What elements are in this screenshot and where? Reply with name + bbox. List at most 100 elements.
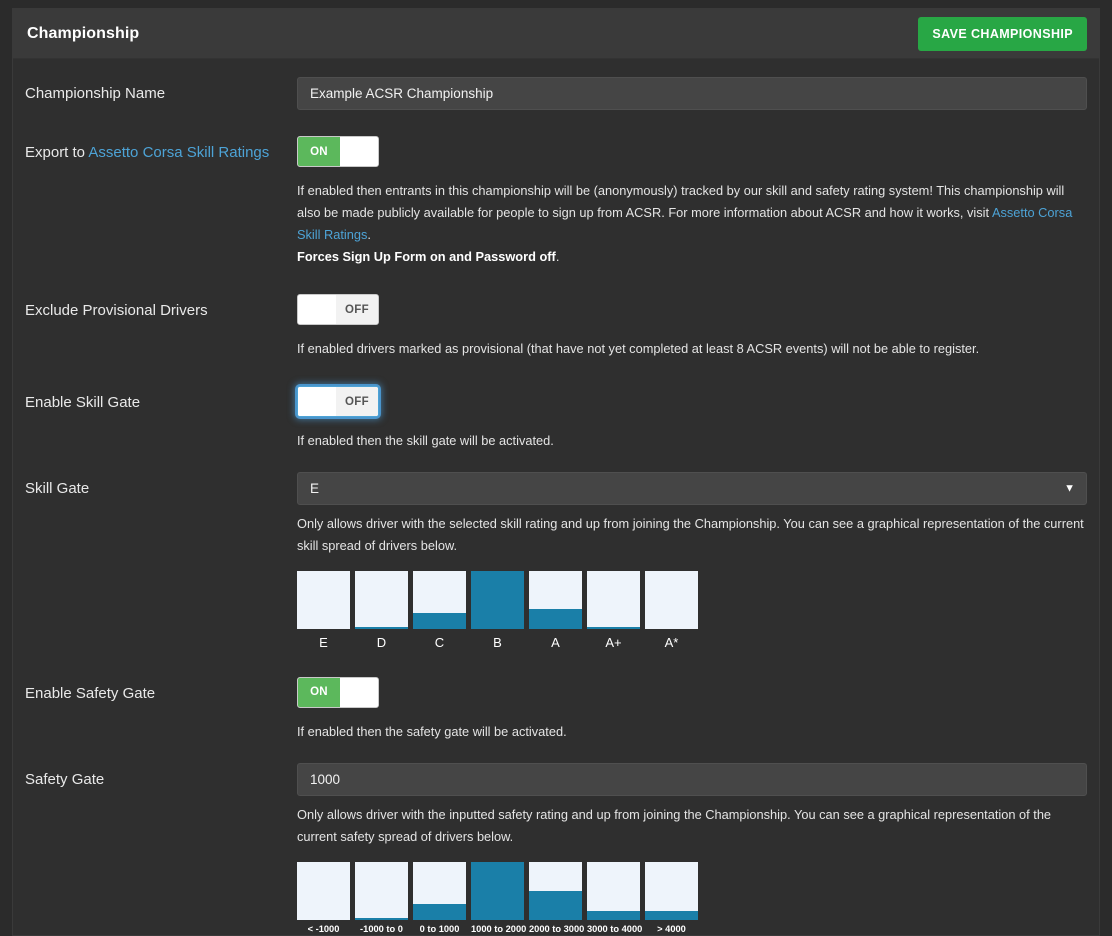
chart-column: -1000 to 0: [355, 861, 408, 935]
chart-bar-track: [529, 571, 582, 629]
enable-skill-gate-help: If enabled then the skill gate will be a…: [297, 433, 554, 448]
championship-name-input[interactable]: [297, 77, 1087, 110]
export-help-part2: .: [367, 227, 371, 242]
chart-column: A+: [587, 571, 640, 651]
chart-bar-fill: [355, 627, 408, 629]
chart-bar-label: > 4000: [657, 923, 686, 934]
chart-bar-track: [645, 861, 698, 920]
chart-bar-label: D: [376, 635, 387, 650]
skill-spread-chart: E D C B A A+ A*: [297, 571, 1087, 651]
skill-gate-control: EDCBAA+A* ▼ Only allows driver with the …: [297, 472, 1087, 651]
chart-bar-fill: [471, 861, 524, 920]
chart-bar-label: E: [319, 635, 328, 650]
row-enable-safety-gate: Enable Safety Gate ON If enabled then th…: [25, 676, 1087, 743]
enable-safety-gate-label: Enable Safety Gate: [25, 684, 156, 702]
exclude-provisional-label: Exclude Provisional Drivers: [25, 302, 208, 319]
championship-name-label: Championship Name: [25, 85, 166, 102]
chart-bar-track: [587, 571, 640, 629]
safety-gate-help: Only allows driver with the inputted saf…: [297, 806, 1052, 844]
skill-gate-help: Only allows driver with the selected ski…: [297, 516, 1084, 553]
chart-column: B: [471, 571, 524, 651]
exclude-provisional-toggle[interactable]: OFF: [297, 294, 379, 325]
chart-bar-fill: [529, 890, 582, 920]
chart-bar-track: [413, 571, 466, 629]
export-help-part1: If enabled then entrants in this champio…: [297, 183, 1065, 220]
skill-gate-select[interactable]: EDCBAA+A*: [297, 472, 1087, 505]
chart-bar-label: B: [493, 635, 502, 650]
safety-gate-input[interactable]: [297, 762, 1087, 796]
row-skill-gate: Skill Gate EDCBAA+A* ▼ Only allows drive…: [25, 472, 1087, 651]
exclude-provisional-help: If enabled drivers marked as provisional…: [297, 341, 980, 356]
chart-bar-track: [645, 571, 698, 629]
card-header: Championship SAVE CHAMPIONSHIP: [13, 9, 1099, 59]
toggle-knob: [338, 137, 378, 166]
chart-bar-track: [355, 571, 408, 629]
chart-bar-track: [529, 861, 582, 920]
chart-bar-label: 3000 to 4000: [587, 923, 643, 934]
chart-bar-track: [355, 861, 408, 920]
chart-column: 1000 to 2000: [471, 861, 526, 935]
chart-column: A: [529, 571, 582, 651]
export-to-acsr-label: Export to Assetto Corsa Skill Ratings: [25, 136, 297, 163]
row-export-to-acsr: Export to Assetto Corsa Skill Ratings ON…: [25, 136, 1087, 268]
toggle-state-label: ON: [298, 137, 340, 166]
card-body: Championship Name Export to Assetto Cors…: [13, 59, 1099, 935]
row-safety-gate: Safety Gate Only allows driver with the …: [25, 762, 1087, 935]
chart-bar-track: [471, 861, 524, 920]
enable-safety-gate-control: ON If enabled then the safety gate will …: [297, 676, 1087, 743]
chart-column: > 4000: [645, 861, 698, 935]
chart-bar-label: 0 to 1000: [419, 923, 460, 934]
chart-bar-fill: [413, 612, 466, 629]
page-title: Championship: [27, 24, 140, 42]
chart-bar-track: [587, 861, 640, 920]
chart-column: 2000 to 3000: [529, 861, 585, 935]
chart-bar-track: [471, 571, 524, 629]
chart-bar-fill: [355, 917, 408, 920]
chart-bar-label: -1000 to 0: [360, 923, 403, 934]
toggle-knob: [338, 677, 378, 707]
enable-skill-gate-toggle[interactable]: OFF: [297, 386, 379, 417]
toggle-state-label: OFF: [336, 295, 378, 324]
safety-spread-chart: < -1000 -1000 to 0 0 to 1000 1000 to 2000 20…: [297, 861, 1087, 935]
chart-column: E: [297, 571, 350, 651]
chart-bar-fill: [471, 571, 524, 629]
enable-skill-gate-label: Enable Skill Gate: [25, 394, 141, 411]
chart-bar-fill: [529, 609, 582, 629]
championship-name-control: [297, 77, 1087, 110]
page-root: Championship SAVE CHAMPIONSHIP Champions…: [0, 0, 1112, 936]
save-championship-button[interactable]: SAVE CHAMPIONSHIP: [918, 16, 1087, 51]
exclude-provisional-control: OFF If enabled drivers marked as provisi…: [297, 294, 1087, 360]
chart-bar-fill: [587, 626, 640, 629]
chart-bar-track: [297, 571, 350, 629]
row-exclude-provisional: Exclude Provisional Drivers OFF If enabl…: [25, 294, 1087, 360]
chart-bar-fill: [645, 911, 698, 920]
chart-column: 3000 to 4000: [587, 861, 643, 935]
enable-safety-gate-toggle[interactable]: ON: [297, 676, 379, 708]
chart-bar-label: 2000 to 3000: [529, 923, 585, 934]
chart-bar-track: [297, 861, 350, 920]
safety-gate-control: Only allows driver with the inputted saf…: [297, 762, 1087, 935]
row-championship-name: Championship Name: [25, 77, 1087, 110]
enable-safety-gate-help: If enabled then the safety gate will be …: [297, 723, 567, 739]
toggle-state-label: ON: [298, 677, 340, 707]
skill-gate-select-wrap: EDCBAA+A* ▼: [297, 472, 1087, 505]
export-to-acsr-toggle[interactable]: ON: [297, 136, 379, 167]
safety-gate-label: Safety Gate: [25, 770, 105, 788]
chart-column: D: [355, 571, 408, 651]
chart-bar-label: C: [434, 635, 445, 650]
chart-column: C: [413, 571, 466, 651]
chart-bar-fill: [587, 911, 640, 920]
chart-column: A*: [645, 571, 698, 651]
acsr-link-label[interactable]: Assetto Corsa Skill Ratings: [88, 144, 269, 161]
toggle-state-label: OFF: [336, 387, 378, 416]
chart-bar-track: [413, 861, 466, 920]
chart-bar-label: A+: [605, 635, 622, 650]
toggle-knob: [298, 295, 338, 324]
chart-bar-label: A: [551, 635, 560, 650]
